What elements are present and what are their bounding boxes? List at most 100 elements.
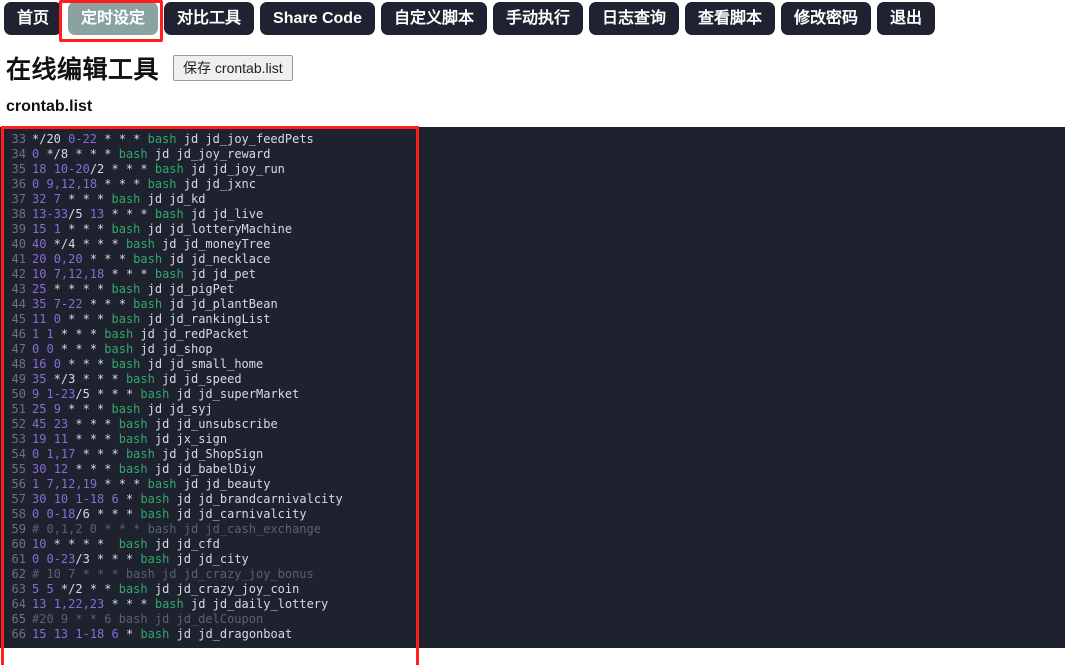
code-line: 45 11 0 * * * bash jd jd_rankingList [0, 312, 1065, 327]
code-token-plain: jd jd_daily_lottery [183, 597, 329, 611]
code-line: 37 32 7 * * * bash jd jd_kd [0, 192, 1065, 207]
code-line: 62 # 10 7 * * * bash jd jd_crazy_joy_bonu… [0, 567, 1065, 582]
line-number: 53 [11, 432, 26, 446]
line-number: 41 [11, 252, 26, 266]
line-number: 51 [11, 402, 26, 416]
code-token-plain: jd jd_necklace [162, 252, 271, 266]
code-token-kw: bash [111, 312, 141, 326]
code-token-num: 5 [46, 582, 54, 596]
line-number: 45 [11, 312, 26, 326]
line-number: 50 [11, 387, 26, 401]
line-number: 42 [11, 267, 26, 281]
line-number: 34 [11, 147, 26, 161]
code-line-content: 1 7,12,19 * * * bash jd jd_beauty [32, 477, 270, 492]
code-token-plain: /3 * * * [75, 552, 141, 566]
line-number: 65 [11, 612, 26, 626]
code-token-num: 10 [32, 537, 47, 551]
line-number: 52 [11, 417, 26, 431]
nav-button-9[interactable]: 退出 [877, 2, 936, 35]
nav-button-8[interactable]: 修改密码 [781, 2, 872, 35]
code-token-plain: * * * [68, 432, 119, 446]
code-token-kw: bash [111, 357, 141, 371]
code-token-plain: jd jd_pet [183, 267, 256, 281]
page-title: 在线编辑工具 [6, 56, 160, 84]
line-number: 55 [11, 462, 26, 476]
code-line: 55 30 12 * * * bash jd jd_babelDiy [0, 462, 1065, 477]
code-token-kw: bash [140, 552, 170, 566]
code-token-kw: bash [111, 192, 141, 206]
code-token-plain: jd jd_beauty [176, 477, 271, 491]
code-token-num: 7,12,19 [46, 477, 98, 491]
code-token-kw: bash [133, 252, 163, 266]
code-token-kw: bash [140, 507, 170, 521]
code-token-plain: * * * [75, 447, 126, 461]
code-token-num: 7 [53, 192, 61, 206]
code-token-plain: jd jd_kd [140, 192, 206, 206]
code-token-num: 7-22 [53, 297, 83, 311]
nav-button-1[interactable]: 定时设定 [68, 2, 159, 35]
code-token-num: 1 [46, 327, 54, 341]
code-line-content: 30 10 1-18 6 * bash jd jd_brandcarnivalc… [32, 492, 343, 507]
code-token-plain: * * * [68, 462, 119, 476]
code-token-com: # 10 7 * * * bash jd jd_crazy_joy_bonus [32, 567, 314, 581]
nav-button-7[interactable]: 查看脚本 [685, 2, 776, 35]
save-crontab-button[interactable]: 保存 crontab.list [173, 54, 293, 82]
code-token-num: 40 [32, 237, 47, 251]
code-line-content: 30 12 * * * bash jd jd_babelDiy [32, 462, 256, 477]
nav-button-6[interactable]: 日志查询 [589, 2, 680, 35]
code-token-num: 10 [32, 267, 47, 281]
code-token-plain: */20 [32, 132, 69, 146]
code-token-plain: jd jd_brandcarnivalcity [169, 492, 343, 506]
code-token-num: 25 [32, 282, 47, 296]
code-line-content: 13 1,22,23 * * * bash jd jd_daily_lotter… [32, 597, 328, 612]
nav-button-0[interactable]: 首页 [4, 2, 63, 35]
code-line: 65 #20 9 * * 6 bash jd jd_delCoupon [0, 612, 1065, 627]
nav-button-5[interactable]: 手动执行 [492, 2, 583, 35]
code-token-plain: * [118, 627, 141, 641]
code-token-plain: jd jd_shop [133, 342, 213, 356]
code-token-plain: /5 [68, 207, 90, 221]
code-token-plain: * * * [97, 477, 148, 491]
code-line-content: 9 1-23/5 * * * bash jd jd_superMarket [32, 387, 299, 402]
code-token-num: 10-20 [53, 162, 90, 176]
code-token-plain: * * * [97, 132, 148, 146]
code-token-plain: jd jd_babelDiy [147, 462, 256, 476]
code-token-num: 1,22,23 [53, 597, 105, 611]
code-line-content: # 0,1,2 0 * * * bash jd jd_cash_exchange [32, 522, 321, 537]
nav-button-4[interactable]: 自定义脚本 [380, 2, 487, 35]
code-token-kw: bash [125, 447, 155, 461]
nav-button-3[interactable]: Share Code [260, 2, 375, 35]
code-line-content: 0 0-23/3 * * * bash jd jd_city [32, 552, 249, 567]
code-token-plain: * * * [104, 597, 155, 611]
code-line-content: 10 * * * * bash jd jd_cfd [32, 537, 220, 552]
editor-container: 33 */20 0-22 * * * bash jd jd_joy_feedPet… [0, 126, 1065, 665]
code-line: 59 # 0,1,2 0 * * * bash jd jd_cash_exchan… [0, 522, 1065, 537]
crontab-code-editor[interactable]: 33 */20 0-22 * * * bash jd jd_joy_feedPet… [0, 127, 1065, 648]
code-token-kw: bash [140, 627, 170, 641]
code-token-plain: jd jd_cfd [147, 537, 220, 551]
code-token-plain: * [118, 492, 141, 506]
code-token-num: 13 [89, 207, 105, 221]
code-line: 61 0 0-23/3 * * * bash jd jd_city [0, 552, 1065, 567]
code-token-kw: bash [125, 237, 155, 251]
code-line-content: 32 7 * * * bash jd jd_kd [32, 192, 205, 207]
code-token-kw: bash [125, 372, 155, 386]
code-line-content: 25 9 * * * bash jd jd_syj [32, 402, 213, 417]
nav-button-2[interactable]: 对比工具 [164, 2, 255, 35]
code-token-num: 9 [53, 402, 61, 416]
code-line: 66 15 13 1-18 6 * bash jd jd_dragonboat [0, 627, 1065, 642]
code-token-kw: bash [154, 597, 184, 611]
code-token-num: 45 [32, 417, 47, 431]
line-number: 46 [11, 327, 26, 341]
code-token-plain: jd jd_rankingList [140, 312, 271, 326]
code-line-content: 18 10-20/2 * * * bash jd jd_joy_run [32, 162, 285, 177]
